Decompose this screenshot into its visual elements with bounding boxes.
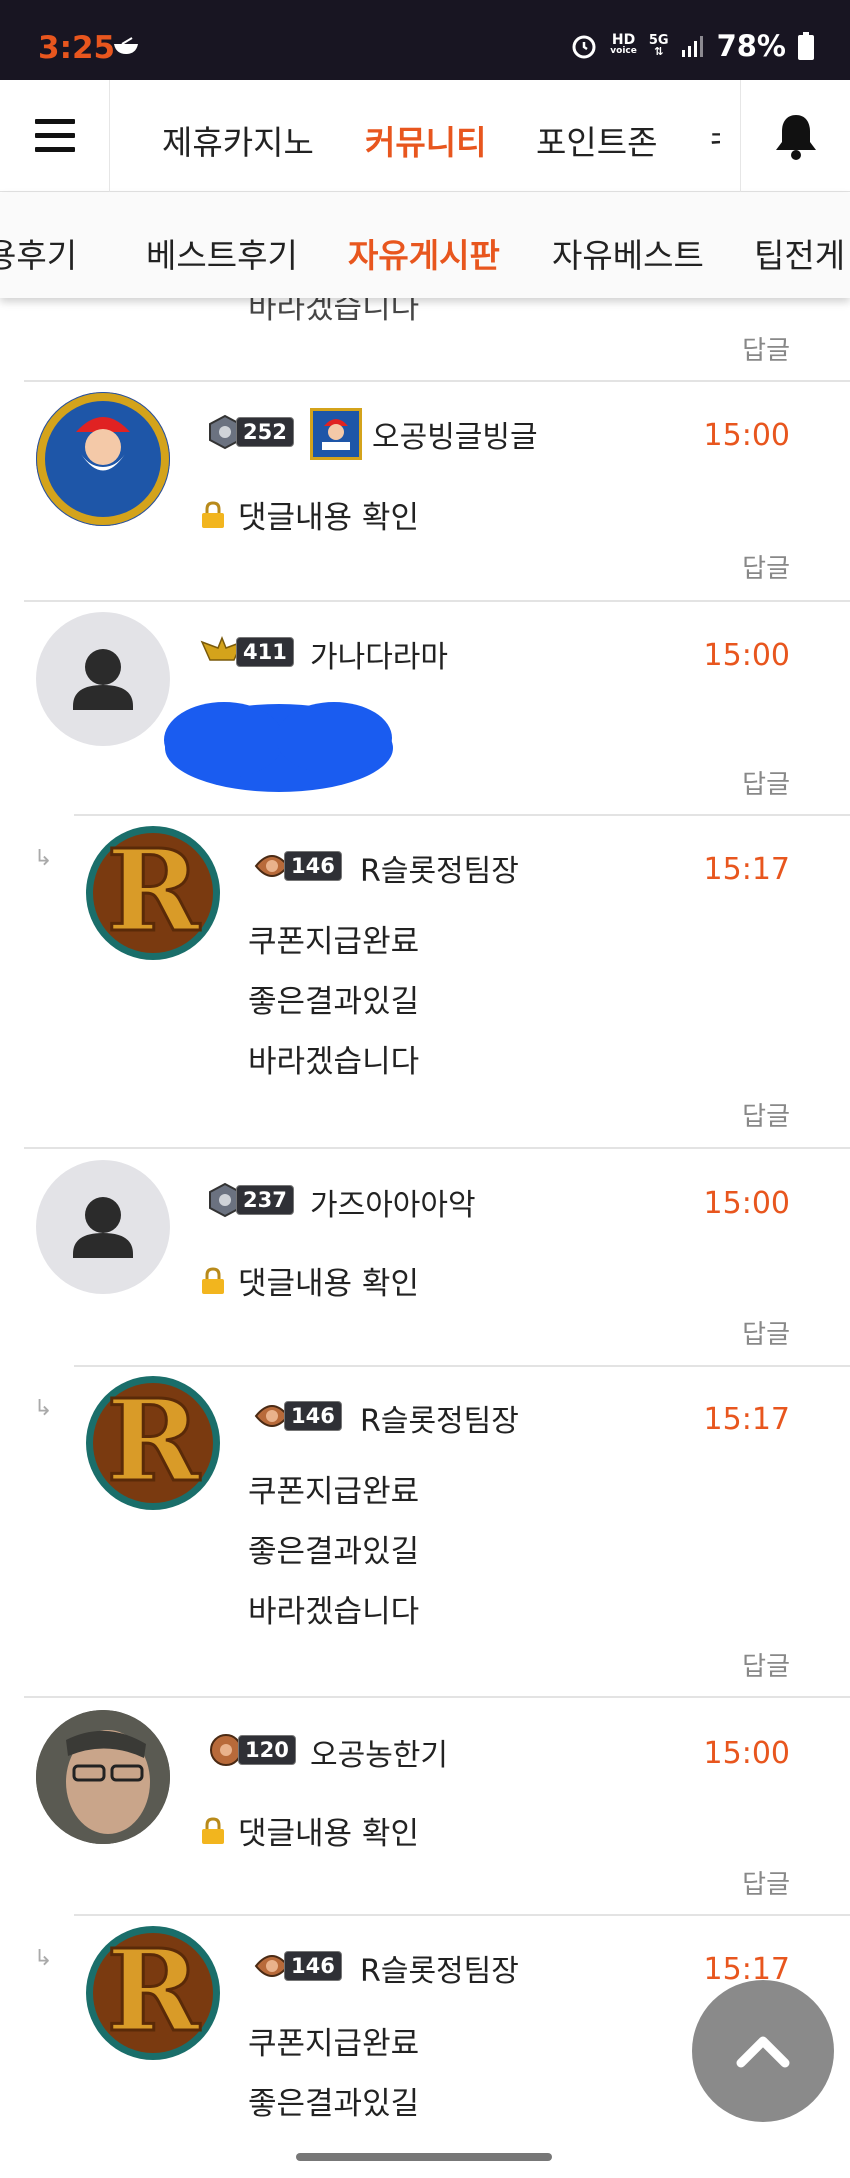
photo-avatar-image	[36, 1710, 170, 1844]
level-badge: 146	[252, 1948, 342, 1984]
divider	[24, 1696, 850, 1698]
subtab-free-best[interactable]: 자유베스트	[552, 229, 704, 277]
scroll-top-button[interactable]	[692, 1980, 834, 2122]
reply-link[interactable]: 답글	[742, 330, 790, 367]
comment-time: 15:00	[703, 638, 790, 673]
hd-voice-icon: HD voice	[610, 32, 637, 56]
sub-navigation: 용후기 베스트후기 자유게시판 자유베스트 팁전게	[0, 193, 850, 298]
level-badge: 146	[252, 848, 342, 884]
avatar[interactable]	[36, 392, 170, 526]
level-badge: 146	[252, 1398, 342, 1434]
subtab-best-review[interactable]: 베스트후기	[146, 229, 298, 277]
default-user-icon	[73, 1197, 133, 1258]
redacted-blob	[164, 702, 393, 792]
tab-community[interactable]: 커뮤니티	[365, 116, 486, 164]
r-logo-avatar: R	[86, 1376, 220, 1510]
status-bar: 3:25 HD voice 5G ⇅ 78%	[0, 0, 850, 80]
alarm-icon	[572, 35, 596, 59]
tab-partial[interactable]: ㅋ	[706, 116, 720, 164]
network-5g-icon: 5G ⇅	[648, 33, 669, 58]
avatar[interactable]	[36, 612, 170, 746]
signal-icon	[681, 36, 703, 57]
level-badge: 120	[206, 1732, 296, 1768]
svg-text:R: R	[106, 1926, 200, 2057]
notification-button[interactable]	[740, 80, 850, 192]
reply-arrow-icon: ↳	[34, 1946, 53, 1971]
comment-time: 15:00	[703, 1186, 790, 1221]
divider	[74, 814, 850, 816]
lock-icon	[202, 1266, 224, 1294]
svg-text:R: R	[106, 1376, 200, 1507]
santa-mini-icon	[310, 408, 362, 460]
subtab-review[interactable]: 용후기	[0, 229, 77, 277]
comment-author[interactable]: 가나다라마	[310, 632, 448, 676]
level-badge: 237	[206, 1182, 294, 1218]
status-icons: HD voice 5G ⇅ 78%	[570, 28, 814, 64]
avatar[interactable]	[36, 1160, 170, 1294]
divider	[24, 1147, 850, 1149]
avatar[interactable]: R	[86, 826, 220, 960]
avatar[interactable]: R	[86, 1376, 220, 1510]
subtab-free-board[interactable]: 자유게시판	[348, 229, 500, 277]
reply-arrow-icon: ↳	[34, 846, 53, 871]
battery-icon	[798, 32, 814, 60]
comment-author[interactable]: R슬롯정팀장	[360, 1396, 519, 1440]
divider	[74, 1365, 850, 1367]
comment-body: 쿠폰지급완료 좋은결과있길 바라겠습니다	[248, 924, 420, 1080]
hamburger-icon	[34, 119, 75, 152]
comment-author[interactable]: R슬롯정팀장	[360, 1946, 519, 1990]
chevron-up-icon	[736, 2036, 790, 2068]
comment-body: 쿠폰지급완료 좋은결과있길 바라겠습니다	[248, 1474, 420, 1630]
locked-comment[interactable]: 댓글내용 확인	[198, 1258, 419, 1303]
reply-link[interactable]: 답글	[742, 1646, 790, 1683]
comment-author[interactable]: R슬롯정팀장	[360, 846, 519, 890]
lock-icon	[202, 500, 224, 528]
level-badge: 411	[200, 634, 294, 670]
svg-text:R: R	[106, 826, 200, 957]
divider	[24, 600, 850, 602]
reply-link[interactable]: 답글	[742, 548, 790, 585]
comment-author[interactable]: 가즈아아아악	[310, 1180, 476, 1224]
reply-arrow-icon: ↳	[34, 1396, 53, 1421]
tab-point-zone[interactable]: 포인트존	[536, 116, 657, 164]
reply-link[interactable]: 답글	[742, 1096, 790, 1133]
menu-button[interactable]	[0, 80, 110, 192]
battery-percent: 78%	[716, 29, 786, 63]
comment-time: 15:17	[703, 852, 790, 887]
santa-avatar-image	[36, 392, 170, 526]
comment-time: 15:00	[703, 418, 790, 453]
lock-icon	[202, 1816, 224, 1844]
subtab-tips[interactable]: 팁전게	[754, 229, 845, 277]
default-user-icon	[73, 649, 133, 710]
reply-link[interactable]: 답글	[742, 1314, 790, 1351]
avatar[interactable]	[36, 1710, 170, 1844]
level-badge: 252	[206, 414, 294, 450]
bell-icon	[775, 115, 816, 160]
comment-time: 15:00	[703, 1736, 790, 1771]
comment-author[interactable]: 오공농한기	[310, 1730, 448, 1774]
home-indicator[interactable]	[296, 2153, 552, 2161]
tab-affiliate-casino[interactable]: 제휴카지노	[162, 116, 314, 164]
comment-author[interactable]: 오공빙글빙글	[372, 412, 538, 456]
comment-time: 15:17	[703, 1402, 790, 1437]
comment-body: 쿠폰지급완료 좋은결과있길	[248, 2026, 420, 2122]
bowl-icon	[114, 37, 138, 54]
divider	[74, 1914, 850, 1916]
r-logo-avatar: R	[86, 1926, 220, 2060]
top-navigation: 제휴카지노 커뮤니티 포인트존 ㅋ	[0, 80, 850, 192]
locked-comment[interactable]: 댓글내용 확인	[198, 492, 419, 537]
r-logo-avatar: R	[86, 826, 220, 960]
reply-link[interactable]: 답글	[742, 1864, 790, 1901]
avatar[interactable]: R	[86, 1926, 220, 2060]
locked-comment[interactable]: 댓글내용 확인	[198, 1808, 419, 1853]
divider	[24, 380, 850, 382]
reply-link[interactable]: 답글	[742, 764, 790, 801]
